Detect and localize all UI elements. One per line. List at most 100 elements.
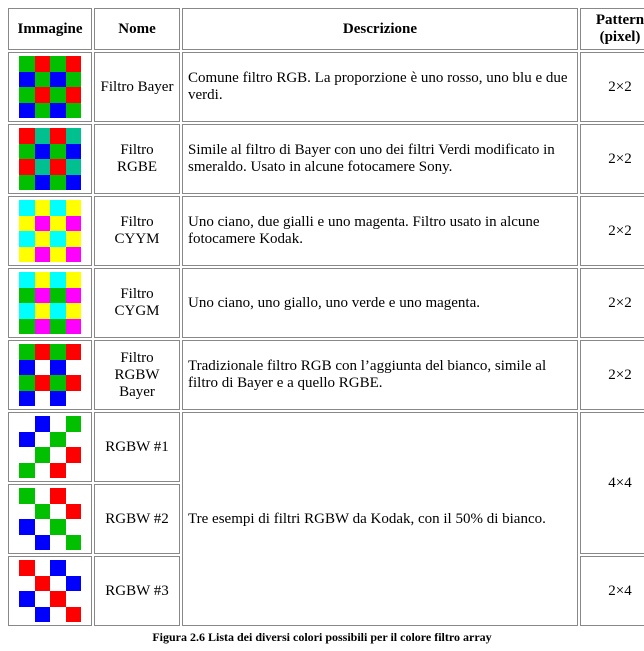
pattern-cell: 2×2 <box>580 340 644 410</box>
swatch-pixel <box>66 432 82 448</box>
header-image: Immagine <box>8 8 92 50</box>
swatch-pixel <box>66 391 82 407</box>
name-cell: Filtro CYYM <box>94 196 180 266</box>
swatch-cell <box>8 556 92 626</box>
swatch-pixel <box>50 360 66 376</box>
swatch-pixel <box>19 360 35 376</box>
header-row: Immagine Nome Descrizione Pattern (pixel… <box>8 8 644 50</box>
swatch-pixel <box>50 303 66 319</box>
swatch-pixel <box>19 72 35 88</box>
swatch-cygm <box>19 272 81 334</box>
swatch-pixel <box>50 159 66 175</box>
pattern-cell: 4×4 <box>580 412 644 554</box>
swatch-pixel <box>35 56 51 72</box>
swatch-pixel <box>66 576 82 592</box>
swatch-pixel <box>35 463 51 479</box>
swatch-cell <box>8 412 92 482</box>
name-cell: Filtro CYGM <box>94 268 180 338</box>
pattern-cell: 2×2 <box>580 52 644 122</box>
swatch-pixel <box>19 175 35 191</box>
swatch-rgbw1 <box>19 416 81 478</box>
swatch-pixel <box>66 375 82 391</box>
swatch-pixel <box>66 144 82 160</box>
swatch-pixel <box>50 416 66 432</box>
swatch-pixel <box>19 591 35 607</box>
swatch-pixel <box>19 504 35 520</box>
swatch-pixel <box>35 175 51 191</box>
swatch-pixel <box>66 175 82 191</box>
swatch-pixel <box>50 463 66 479</box>
swatch-pixel <box>50 591 66 607</box>
swatch-pixel <box>66 216 82 232</box>
swatch-pixel <box>50 519 66 535</box>
swatch-pixel <box>66 56 82 72</box>
swatch-pixel <box>35 432 51 448</box>
swatch-pixel <box>19 144 35 160</box>
swatch-rgbe <box>19 128 81 190</box>
name-cell: Filtro RGBE <box>94 124 180 194</box>
swatch-pixel <box>35 607 51 623</box>
swatch-pixel <box>66 488 82 504</box>
swatch-pixel <box>35 72 51 88</box>
swatch-pixel <box>66 87 82 103</box>
swatch-pixel <box>35 576 51 592</box>
name-cell: RGBW #2 <box>94 484 180 554</box>
swatch-pixel <box>50 216 66 232</box>
swatch-pixel <box>35 144 51 160</box>
swatch-pixel <box>50 504 66 520</box>
table-row: Filtro Bayer Comune filtro RGB. La propo… <box>8 52 644 122</box>
swatch-pixel <box>66 128 82 144</box>
swatch-pixel <box>50 272 66 288</box>
swatch-pixel <box>19 159 35 175</box>
pattern-cell: 2×2 <box>580 124 644 194</box>
swatch-pixel <box>35 591 51 607</box>
swatch-pixel <box>66 247 82 263</box>
swatch-cell <box>8 52 92 122</box>
swatch-pixel <box>66 103 82 119</box>
swatch-pixel <box>66 344 82 360</box>
swatch-pixel <box>19 391 35 407</box>
name-cell: RGBW #3 <box>94 556 180 626</box>
swatch-pixel <box>66 463 82 479</box>
filters-table: Immagine Nome Descrizione Pattern (pixel… <box>6 6 644 628</box>
swatch-pixel <box>19 432 35 448</box>
swatch-pixel <box>50 344 66 360</box>
swatch-pixel <box>35 447 51 463</box>
swatch-pixel <box>19 128 35 144</box>
swatch-pixel <box>19 231 35 247</box>
name-cell: Filtro RGBW Bayer <box>94 340 180 410</box>
header-pattern: Pattern (pixel) <box>580 8 644 50</box>
swatch-pixel <box>66 200 82 216</box>
swatch-pixel <box>35 231 51 247</box>
swatch-pixel <box>35 344 51 360</box>
swatch-rgbw-bayer <box>19 344 81 406</box>
swatch-pixel <box>19 303 35 319</box>
swatch-pixel <box>35 103 51 119</box>
swatch-pixel <box>19 519 35 535</box>
swatch-pixel <box>50 576 66 592</box>
swatch-pixel <box>35 247 51 263</box>
swatch-pixel <box>19 200 35 216</box>
swatch-pixel <box>66 591 82 607</box>
swatch-pixel <box>66 319 82 335</box>
swatch-bayer <box>19 56 81 118</box>
swatch-cell <box>8 124 92 194</box>
swatch-pixel <box>50 175 66 191</box>
swatch-pixel <box>35 303 51 319</box>
swatch-pixel <box>19 272 35 288</box>
desc-cell: Tradizionale filtro RGB con l’aggiunta d… <box>182 340 578 410</box>
table-row: Filtro RGBW Bayer Tradizionale filtro RG… <box>8 340 644 410</box>
swatch-pixel <box>66 288 82 304</box>
swatch-pixel <box>50 391 66 407</box>
header-name: Nome <box>94 8 180 50</box>
swatch-pixel <box>35 504 51 520</box>
swatch-pixel <box>50 447 66 463</box>
swatch-pixel <box>50 432 66 448</box>
name-cell: RGBW #1 <box>94 412 180 482</box>
desc-cell: Uno ciano, due gialli e uno magenta. Fil… <box>182 196 578 266</box>
swatch-pixel <box>19 344 35 360</box>
swatch-rgbw3 <box>19 560 81 622</box>
swatch-pixel <box>50 56 66 72</box>
table-row: Filtro CYYM Uno ciano, due gialli e uno … <box>8 196 644 266</box>
swatch-pixel <box>50 375 66 391</box>
